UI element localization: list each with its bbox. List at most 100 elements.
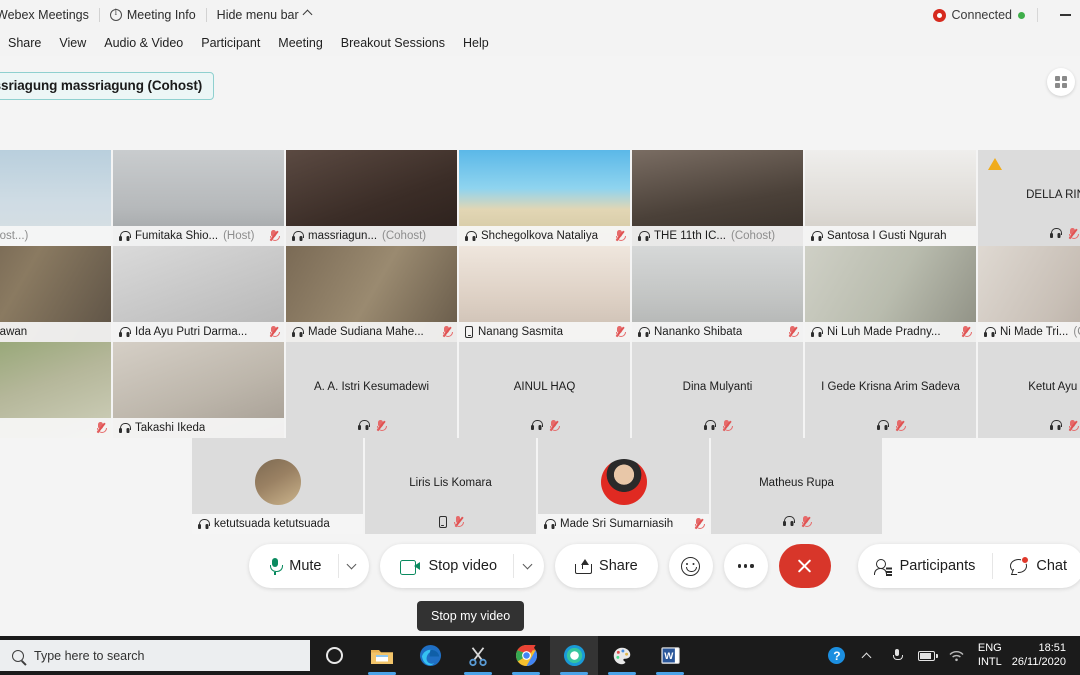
menu-item-participant[interactable]: Participant (192, 34, 269, 52)
meeting-info-button[interactable]: Meeting Info (110, 8, 196, 22)
taskbar-item-paint3d[interactable] (598, 636, 646, 675)
mute-main[interactable]: Mute (253, 544, 337, 588)
menu-item-help[interactable]: Help (454, 34, 498, 52)
participant-tile[interactable]: Takashi Ikeda (113, 342, 284, 438)
participant-tile[interactable]: ketutsuada ketutsuada (192, 438, 363, 534)
taskbar-item-file-explorer[interactable] (358, 636, 406, 675)
participant-tile[interactable]: Matheus Rupa (711, 438, 882, 534)
menu-item-share[interactable]: Share (0, 34, 50, 52)
headset-icon (465, 231, 476, 242)
participant-name-bar: Fumitaka Shio...(Host) (113, 226, 284, 246)
participant-tile[interactable]: I Gede Krisna Arim Sadeva (805, 342, 976, 438)
share-main[interactable]: Share (559, 544, 654, 588)
participants-label: Participants (900, 558, 976, 574)
network-tray-icon[interactable] (942, 636, 972, 675)
webex-icon (563, 644, 586, 667)
menu-item-audio-video[interactable]: Audio & Video (95, 34, 192, 52)
participant-name: Fumitaka Shio... (135, 230, 218, 242)
minimize-button[interactable] (1050, 0, 1080, 30)
participant-tile[interactable]: Ketut Ayu Yuli (978, 342, 1080, 438)
cortana-icon[interactable] (310, 636, 358, 675)
participant-tile[interactable]: Liris Lis Komara (365, 438, 536, 534)
info-icon (110, 9, 122, 21)
participant-tile[interactable]: THE 11th IC...(Cohost) (632, 150, 803, 246)
participant-role: (Cohost...) (0, 230, 28, 242)
headset-icon (1050, 420, 1061, 431)
participant-tile[interactable]: Nanang Sasmita (459, 246, 630, 342)
participant-name: massriagun... (308, 230, 377, 242)
participant-tile[interactable]: Ni Made Tri...(C (978, 246, 1080, 342)
participant-name: Matheus Rupa (753, 477, 840, 489)
connection-status[interactable]: Connected (933, 8, 1025, 22)
participants-button[interactable]: Participants (858, 544, 993, 588)
mute-icon (269, 326, 278, 338)
participant-tile[interactable]: AINUL HAQ (459, 342, 630, 438)
video-options-button[interactable] (514, 544, 540, 588)
connection-quality-dot (1018, 12, 1025, 19)
menu-item-breakout-sessions[interactable]: Breakout Sessions (332, 34, 454, 52)
participant-name: e Putu Wirawan (0, 326, 27, 338)
participant-tile[interactable]: Shchegolkova Nataliya (459, 150, 630, 246)
participant-tile[interactable]: Nananko Shibata (632, 246, 803, 342)
participant-name: Liris Lis Komara (403, 477, 497, 489)
share-label: Share (599, 558, 638, 574)
participant-name-bar: Santosa I Gusti Ngurah (805, 226, 976, 246)
participant-name: Santosa I Gusti Ngurah (827, 230, 947, 242)
mute-icon (961, 326, 970, 338)
chat-button[interactable]: Chat (993, 544, 1080, 588)
participant-tile[interactable]: Ni Luh Made Pradny... (805, 246, 976, 342)
avatar (601, 459, 647, 505)
participant-tile[interactable]: Dina Mulyanti (632, 342, 803, 438)
battery-tray-icon[interactable] (912, 636, 942, 675)
menu-item-meeting[interactable]: Meeting (269, 34, 331, 52)
participant-tile[interactable]: A. A. Istri Kesumadewi (286, 342, 457, 438)
taskbar-item-snip[interactable] (454, 636, 502, 675)
cortana-glyph (326, 647, 343, 664)
participant-tile[interactable]: Ida Ayu Putri Darma... (113, 246, 284, 342)
participant-status-icons (805, 420, 976, 432)
share-button[interactable]: Share (555, 544, 658, 588)
reactions-button[interactable] (669, 544, 713, 588)
participant-name-bar: Shchegolkova Nataliya (459, 226, 630, 246)
microphone-tray-icon[interactable] (882, 636, 912, 675)
stop-video-main[interactable]: Stop video (384, 544, 514, 588)
taskbar-item-word[interactable]: W (646, 636, 694, 675)
mute-button[interactable]: Mute (249, 544, 368, 588)
show-hidden-icons-button[interactable] (852, 636, 882, 675)
menu-item-view[interactable]: View (50, 34, 95, 52)
participant-tile[interactable]: Fumitaka Shio...(Host) (113, 150, 284, 246)
participant-tile[interactable]: Made Sudiana Mahe... (286, 246, 457, 342)
chevron-up-icon (862, 652, 872, 662)
chevron-down-icon (522, 559, 532, 569)
more-options-button[interactable] (724, 544, 768, 588)
participant-name-bar: Made Sudiana Mahe... (286, 322, 457, 342)
participant-tile[interactable]: e Putu Wirawan (0, 246, 111, 342)
meeting-stage: ng: massriagung massriagung (Cohost) Ag.… (0, 56, 1080, 636)
share-icon (575, 559, 590, 574)
participant-tile[interactable]: massriagun...(Cohost) (286, 150, 457, 246)
question-mark-icon: ? (828, 647, 845, 664)
mute-options-button[interactable] (339, 544, 365, 588)
chevron-down-icon (347, 559, 357, 569)
participant-tile[interactable]: Santosa I Gusti Ngurah (805, 150, 976, 246)
svg-text:W: W (664, 651, 674, 662)
clock[interactable]: 18:51 26/11/2020 (1008, 642, 1074, 670)
language-indicator[interactable]: ENG INTL (972, 642, 1008, 670)
layout-grid-icon[interactable] (1047, 68, 1075, 96)
taskbar-item-chrome[interactable] (502, 636, 550, 675)
taskbar-item-edge[interactable] (406, 636, 454, 675)
participant-status-icons (365, 516, 536, 528)
participant-tile[interactable]: DELLA RINAR (978, 150, 1080, 246)
participant-name-bar: Patrick (0, 418, 111, 438)
meeting-info-label: Meeting Info (127, 8, 196, 22)
participant-tile[interactable]: Patrick (0, 342, 111, 438)
taskbar-item-webex[interactable] (550, 636, 598, 675)
participant-tile[interactable]: Made Sri Sumarniasih (538, 438, 709, 534)
end-meeting-button[interactable] (779, 544, 831, 588)
help-tray-icon[interactable]: ? (822, 636, 852, 675)
participant-tile[interactable]: Ag...(Cohost...) (0, 150, 111, 246)
stop-video-button[interactable]: Stop video (380, 544, 545, 588)
search-input[interactable]: Type here to search (0, 640, 310, 671)
hide-menu-bar-button[interactable]: Hide menu bar (217, 8, 311, 22)
headset-icon (811, 327, 822, 338)
